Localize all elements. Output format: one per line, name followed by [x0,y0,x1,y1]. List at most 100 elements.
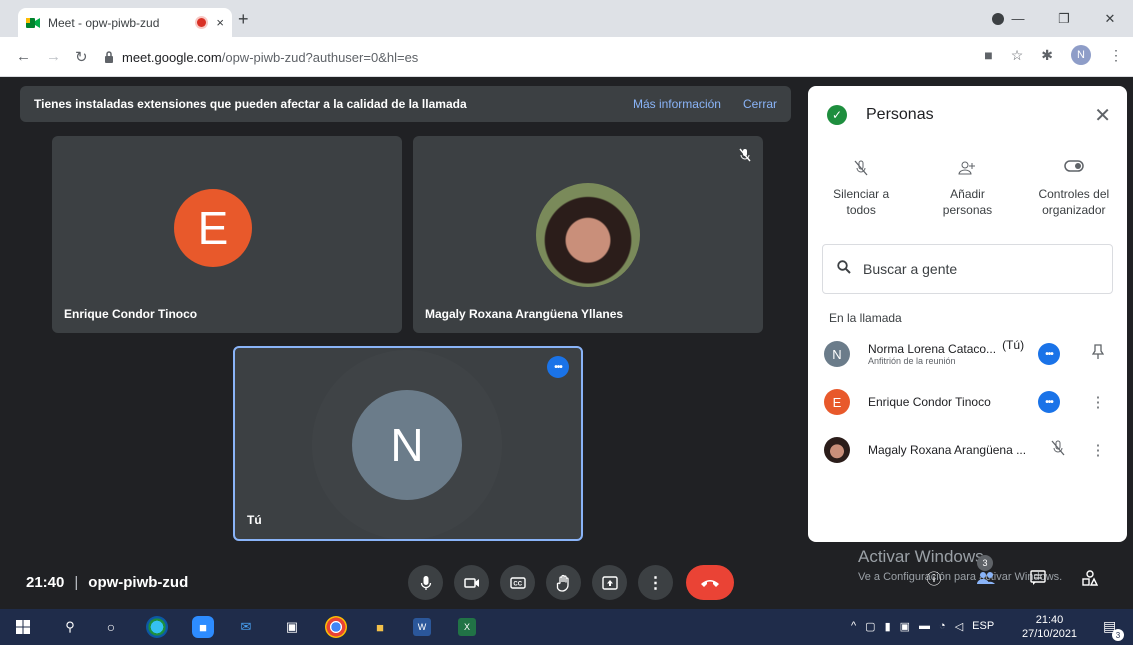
meet-favicon-icon [26,17,40,29]
search-icon[interactable]: ⚲ [59,616,81,638]
more-options-button[interactable]: ⋮ [638,565,673,600]
display-icon[interactable]: ▣ [900,620,910,633]
language-indicator[interactable]: ESP [972,620,994,633]
people-search-input[interactable]: Buscar a gente [822,244,1113,294]
people-count-badge: 3 [977,555,993,571]
forward-icon[interactable]: → [46,48,61,65]
browser-tab[interactable]: Meet - opw-piwb-zud × [18,8,232,37]
participant-tile-self[interactable]: ••• N Tú [233,346,583,541]
leave-call-button[interactable] [686,565,734,600]
participant-row[interactable]: E Enrique Condor Tinoco ••• ⋮ [824,384,1114,420]
edge-icon[interactable] [146,616,168,638]
participant-tile-magaly[interactable]: Magaly Roxana Arangüena Yllanes [413,136,763,333]
chat-icon[interactable] [1026,566,1050,590]
tile-name-self: Tú [247,513,262,527]
banner-text: Tienes instaladas extensiones que pueden… [34,97,467,111]
avatar-magaly-photo [536,183,640,287]
volume-icon[interactable]: ◁ [955,620,963,633]
host-controls-label-1: Controles del [1038,187,1110,201]
store-icon[interactable]: ▣ [281,616,303,638]
participant-row[interactable]: N Norma Lorena Catacο... Anfitrión de la… [824,336,1114,372]
mute-all-label-1: Silenciar a [833,187,890,201]
wifi-icon[interactable]: ◔ [939,620,946,633]
participant-row[interactable]: Magaly Roxana Arangüena ... ⋮ [824,432,1114,468]
extensions-icon[interactable]: ✱ [1041,47,1053,64]
avatar-enrique: E [174,189,252,267]
mute-all-icon [808,160,914,186]
new-tab-button[interactable]: + [238,9,249,30]
recording-indicator-icon [197,18,207,27]
captions-icon: CC [509,576,526,589]
present-screen-button[interactable] [592,565,627,600]
microphone-button[interactable] [408,565,443,600]
camera-button[interactable] [454,565,489,600]
add-people-label-2: personas [942,203,993,217]
chrome-icon[interactable] [325,616,347,638]
usb-icon[interactable]: ▮ [885,620,891,633]
toggle-icon [1021,160,1127,186]
lock-icon [104,51,114,63]
mic-icon [420,575,431,590]
close-panel-icon[interactable]: ✕ [1094,103,1111,128]
taskbar-date: 27/10/2021 [1022,628,1078,640]
more-info-link[interactable]: Más información [633,97,721,111]
windows-taskbar: ⚲ ○ ■ ✉ ▣ ■ W X ^ ▢ ▮ ▣ ▬ ◔ ◁ ESP 21:40 … [0,609,1133,645]
you-tag: (Tú) [1002,338,1025,352]
participant-more-button[interactable]: ••• [1038,343,1060,365]
separator: | [74,574,79,591]
tab-close-icon[interactable]: × [216,15,224,30]
meeting-time: 21:40 [26,574,65,591]
kebab-icon: ⋮ [647,574,664,592]
system-tray: ^ ▢ ▮ ▣ ▬ ◔ ◁ ESP [851,620,994,633]
meeting-info: 21:40 | opw-piwb-zud [26,574,188,591]
chevron-up-icon[interactable]: ^ [851,620,856,633]
avatar-self: N [352,390,462,500]
muted-mic-icon [1050,440,1066,460]
close-banner-link[interactable]: Cerrar [743,97,777,111]
profile-avatar[interactable]: N [1071,45,1091,65]
zoom-icon[interactable]: ■ [192,616,214,638]
participant-name: Enrique Condor Tinoco [868,394,991,409]
add-people-label-1: Añadir [950,187,985,201]
kebab-menu-icon[interactable]: ⋮ [1090,441,1106,459]
notifications-badge: 3 [1112,629,1124,641]
file-explorer-icon[interactable]: ■ [369,616,391,638]
back-icon[interactable]: ← [16,48,31,65]
camera-indicator-icon[interactable]: ■ [984,47,992,63]
meeting-details-icon[interactable]: ⓘ [922,566,946,590]
battery-icon[interactable]: ▬ [919,620,930,633]
participant-photo-avatar [824,437,850,463]
windows-start-icon[interactable] [12,616,34,638]
tile-name-enrique: Enrique Condor Tinoco [64,307,198,321]
word-icon[interactable]: W [413,618,431,636]
activities-icon[interactable] [1078,566,1102,590]
minimize-button[interactable]: — [995,11,1041,26]
meet-control-bar: 21:40 | opw-piwb-zud CC ⋮ Activar Windows … [0,547,1133,609]
kebab-menu-icon[interactable]: ⋮ [1090,393,1106,411]
restore-button[interactable]: ❐ [1041,11,1087,27]
mute-all-button[interactable]: Silenciar a todos [808,160,914,218]
reload-icon[interactable]: ↻ [75,48,88,66]
participant-more-button[interactable]: ••• [1038,391,1060,413]
participant-avatar: E [824,389,850,415]
raise-hand-button[interactable] [546,565,581,600]
mail-icon[interactable]: ✉ [235,616,257,638]
excel-icon[interactable]: X [458,618,476,636]
tile-more-options-button[interactable]: ••• [547,356,569,378]
close-window-button[interactable]: ✕ [1087,11,1133,27]
captions-button[interactable]: CC [500,565,535,600]
add-people-button[interactable]: Añadir personas [914,160,1020,218]
taskbar-clock[interactable]: 21:40 27/10/2021 [1022,613,1077,641]
tab-title: Meet - opw-piwb-zud [48,15,160,30]
browser-menu-icon[interactable]: ⋮ [1109,47,1123,64]
host-controls-button[interactable]: Controles del organizador [1021,160,1127,218]
mute-all-label-2: todos [846,203,876,217]
meet-stage: Tienes instaladas extensiones que pueden… [0,77,1133,609]
tray-app-icon[interactable]: ▢ [865,620,875,633]
pin-icon[interactable] [1090,344,1106,364]
cortana-icon[interactable]: ○ [100,616,122,638]
participant-role: Anfitrión de la reunión [868,355,956,366]
bookmark-star-icon[interactable]: ☆ [1011,47,1024,64]
participant-tile-enrique[interactable]: E Enrique Condor Tinoco [52,136,402,333]
url-field[interactable]: meet.google.com /opw-piwb-zud?authuser=0… [104,43,964,71]
